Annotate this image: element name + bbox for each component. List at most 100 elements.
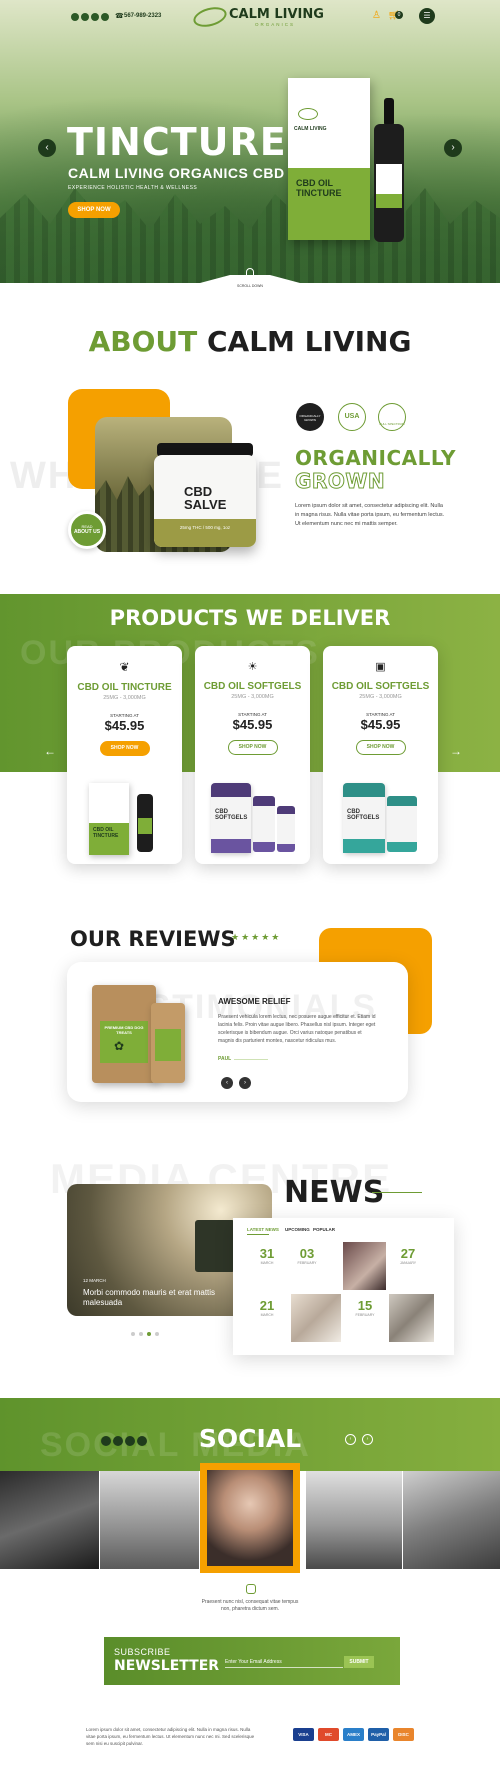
rating-stars: ★★★★★ (231, 932, 282, 942)
phone-number[interactable]: 567-989-2323 (124, 13, 161, 19)
news-photo-dropper[interactable] (291, 1294, 341, 1342)
about-us-button[interactable]: READ ABOUT US (68, 511, 106, 549)
salve-dose: 25mg THC / 500 mg, 1oz (179, 525, 231, 530)
news-photo-hands[interactable] (343, 1242, 386, 1290)
organically-heading: ORGANICALLY (295, 446, 456, 470)
newsletter-line1: SUBSCRIBE (114, 1647, 171, 1657)
news-photo-softgels[interactable] (389, 1294, 434, 1342)
review-next-button[interactable]: › (239, 1077, 251, 1089)
cbd-treats-pouch-small (151, 1003, 185, 1083)
visa-icon: VISA (293, 1728, 314, 1741)
product-card-tincture[interactable]: ❦ CBD OIL TINCTURE 25MG - 3,000MG STARTI… (67, 646, 182, 864)
product-range: 25MG - 3,000MG (103, 695, 146, 701)
news-date-tile[interactable]: 03 FEBRUARY (287, 1242, 327, 1290)
news-title: NEWS (284, 1175, 385, 1210)
hero-shop-now-button[interactable]: SHOP NOW (68, 202, 120, 218)
paypal-icon: PayPal (368, 1728, 389, 1741)
submit-button[interactable]: SUBMIT (344, 1656, 374, 1668)
scroll-mouse-icon[interactable] (246, 268, 254, 280)
cbd-treats-pouch: PREMIUM CBD DOG TREATS ✿ (92, 985, 156, 1083)
review-title: AWESOME RELIEF (218, 997, 291, 1006)
softgel-bottle-3 (277, 806, 295, 852)
tab-popular[interactable]: POPULAR (313, 1227, 335, 1232)
news-date-tile[interactable]: 21 MARCH (247, 1294, 287, 1342)
product-name: CBD OIL TINCTURE (77, 682, 172, 693)
feature-title[interactable]: Morbi commodo mauris et erat mattis male… (83, 1288, 233, 1308)
logo-icon[interactable] (191, 3, 229, 31)
tincture-bottle (374, 124, 404, 242)
review-prev-button[interactable]: ‹ (221, 1077, 233, 1089)
news-date-tile[interactable]: 31 MARCH (247, 1242, 287, 1290)
mastercard-icon: MC (318, 1728, 339, 1741)
social-photo-walk[interactable] (100, 1471, 199, 1569)
logo-title[interactable]: CALM LIVING (229, 7, 324, 22)
email-input[interactable]: Enter Your Email Address (225, 1656, 343, 1668)
page-dot-active[interactable] (147, 1332, 151, 1336)
logo-subtitle: ORGANICS (255, 22, 296, 27)
user-icon[interactable]: ♙ (372, 10, 381, 21)
product-name: CBD OIL SOFTGELS (331, 681, 430, 692)
review-text: Praesent vehicula lorem lectus, nec posu… (218, 1014, 376, 1044)
social-prev-button[interactable]: ‹ (345, 1434, 356, 1445)
tincture-bottle-small (137, 794, 153, 852)
social-next-button[interactable]: › (362, 1434, 373, 1445)
social-photo-campfire[interactable] (0, 1471, 99, 1569)
products-prev-arrow[interactable]: ← (44, 744, 56, 758)
hero-subtitle: CALM LIVING ORGANICS CBD (68, 165, 285, 181)
social-photo-couple[interactable] (403, 1471, 500, 1569)
reviews-title: OUR REVIEWS (70, 927, 236, 951)
about-body: Lorem ipsum dolor sit amet, consectetur … (295, 503, 445, 527)
softgel-bottle-teal-2 (387, 796, 417, 852)
phone-icon: ☎ (115, 13, 124, 20)
page-dot[interactable] (155, 1332, 159, 1336)
news-date-tile[interactable]: 27 JANUARY (386, 1242, 430, 1290)
slider-next-button[interactable]: › (444, 139, 462, 157)
social-caption: Praesent nunc nisl, consequat vitae temp… (201, 1599, 299, 1612)
news-title-rule (372, 1192, 422, 1193)
shop-now-button[interactable]: SHOP NOW (355, 740, 406, 755)
bottle-icon: ▣ (375, 661, 386, 673)
social-title: SOCIAL (198, 1424, 302, 1453)
product-card-softgels-purple[interactable]: ☀ CBD OIL SOFTGELS 25MG - 3,000MG STARTI… (195, 646, 310, 864)
organically-grown-badge: ORGANICALLY GROWN (296, 403, 324, 431)
social-photo-boat[interactable] (306, 1471, 402, 1569)
page-dot[interactable] (131, 1332, 135, 1336)
author-rule (234, 1059, 268, 1060)
youtube-icon[interactable] (91, 13, 99, 21)
product-range: 25MG - 3,000MG (231, 694, 274, 700)
news-pagination (131, 1332, 159, 1336)
social-photo-woman[interactable] (207, 1470, 293, 1566)
box-brand: CALM LIVING (294, 126, 327, 132)
news-grid: 31 MARCH 03 FEBRUARY 27 JANUARY 21 MARCH 15 F… (247, 1242, 447, 1343)
dropper-cap (384, 98, 394, 126)
salve-label: CBD SALVE (184, 484, 227, 512)
page-dot[interactable] (139, 1332, 143, 1336)
cbd-salve-jar: CBD SALVE 25mg THC / 500 mg, 1oz (154, 455, 256, 547)
twitter-icon[interactable] (81, 13, 89, 21)
products-next-arrow[interactable]: → (450, 744, 462, 758)
paw-icon: ✿ (114, 1039, 125, 1053)
feature-date: 12 MARCH (83, 1278, 106, 1283)
instagram-icon[interactable] (101, 13, 109, 21)
social-photo-featured-frame[interactable] (200, 1463, 300, 1573)
usa-badge: USA (338, 403, 366, 431)
shop-now-button[interactable]: SHOP NOW (227, 740, 278, 755)
slider-prev-button[interactable]: ‹ (38, 139, 56, 157)
scroll-label: SCROLL DOWN (237, 284, 263, 288)
tab-latest-news[interactable]: LATEST NEWS (247, 1227, 279, 1232)
tab-upcoming[interactable]: UPCOMING (285, 1227, 310, 1232)
amex-icon: AMEX (343, 1728, 364, 1741)
footer-text: Lorem ipsum dolor sit amet, consectetur … (86, 1727, 255, 1746)
instagram-icon[interactable] (246, 1584, 256, 1594)
product-card-softgels-teal[interactable]: ▣ CBD OIL SOFTGELS 25MG - 3,000MG STARTI… (323, 646, 438, 864)
softgel-bottle-teal: CBD SOFTGELS (343, 783, 385, 853)
about-title: ABOUT CALM LIVING (88, 325, 412, 358)
facebook-icon[interactable] (71, 13, 79, 21)
softgel-bottle-2 (253, 796, 275, 852)
shop-now-button[interactable]: SHOP NOW (99, 741, 150, 756)
menu-icon[interactable]: ☰ (419, 8, 435, 24)
cart-count-badge: 0 (395, 11, 403, 19)
news-date-tile[interactable]: 15 FEBRUARY (345, 1294, 385, 1342)
leaf-icon: ❦ (119, 660, 130, 674)
hero-title: TINCTURE (67, 120, 287, 164)
